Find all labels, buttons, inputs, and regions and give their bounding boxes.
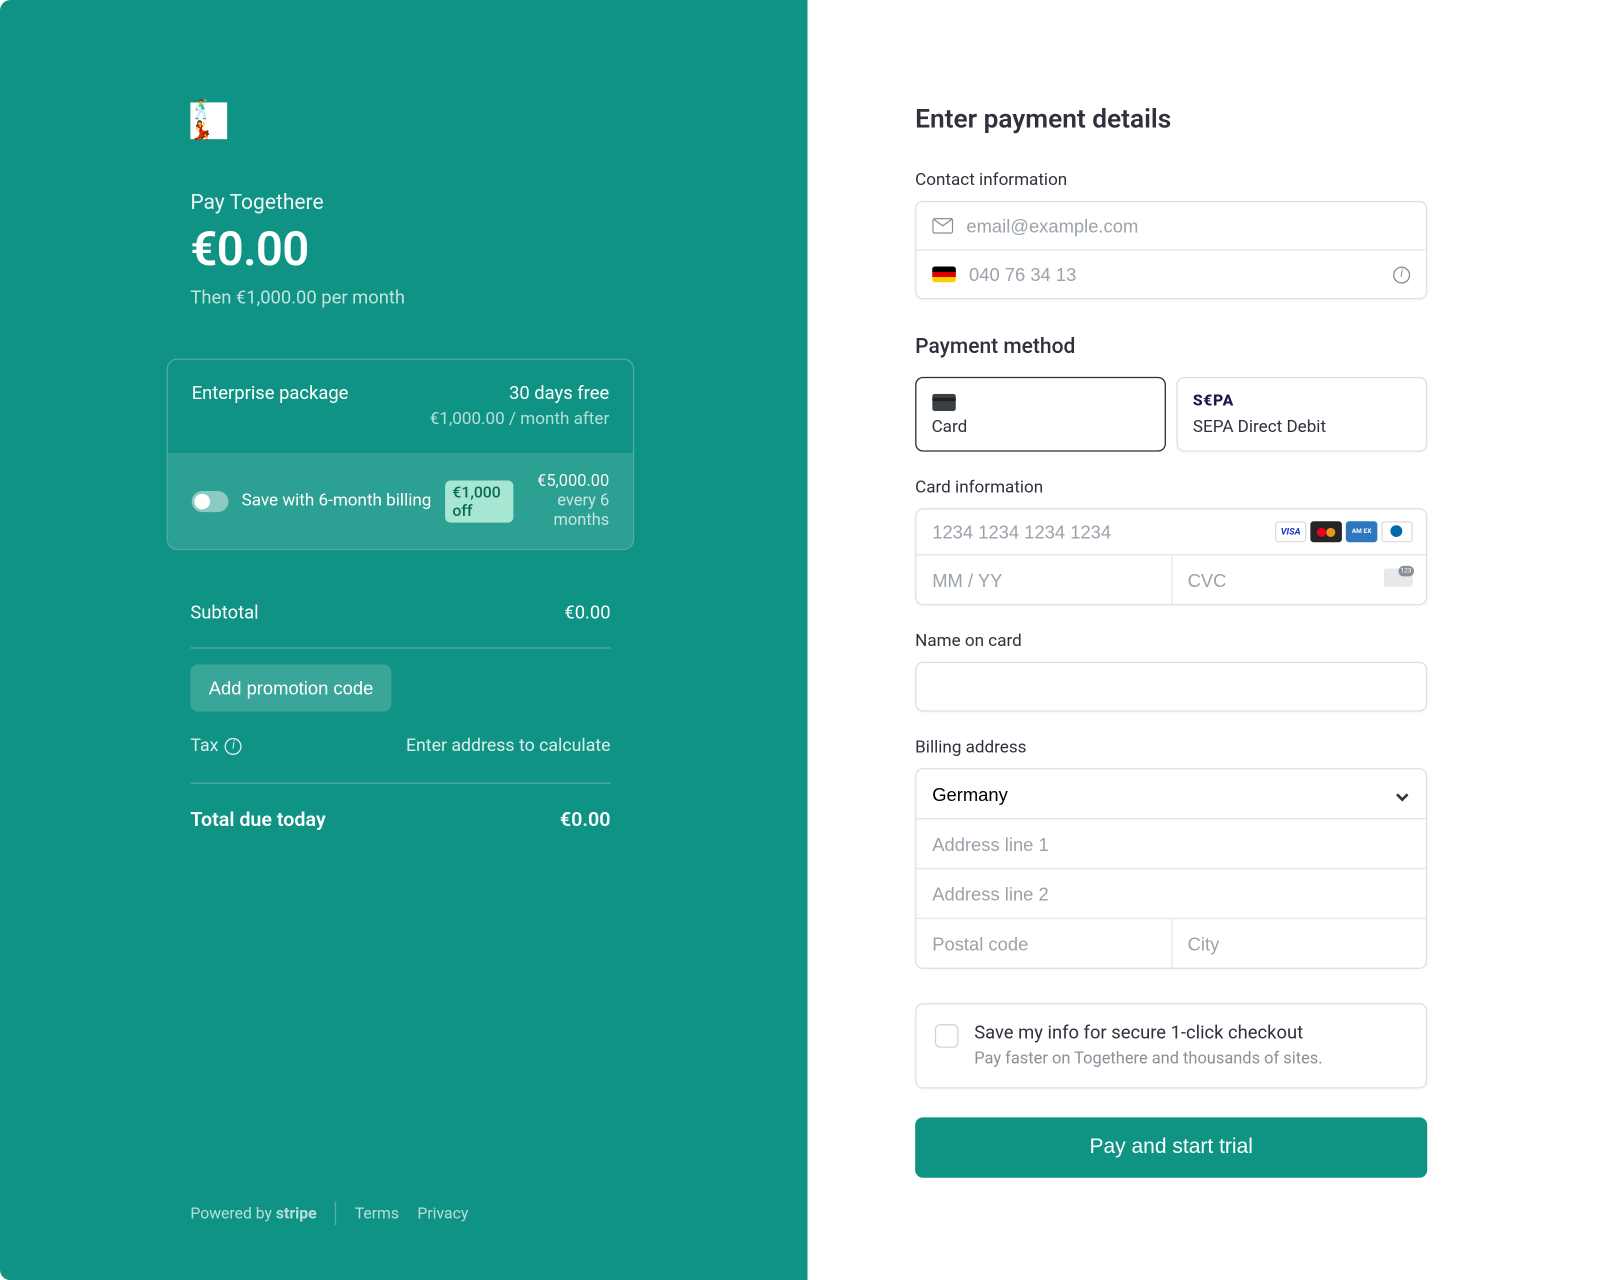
amex-icon: AM EX (1346, 521, 1378, 542)
country-flag-icon[interactable] (932, 267, 956, 283)
billing-address-label: Billing address (915, 738, 1427, 758)
phone-info-icon[interactable]: i (1393, 266, 1410, 283)
postal-code-input[interactable] (932, 934, 1155, 955)
tax-hint: Enter address to calculate (406, 735, 611, 756)
city-input[interactable] (1188, 934, 1411, 955)
subtotal-label: Subtotal (190, 603, 258, 624)
contact-label: Contact information (915, 171, 1427, 191)
logo-glyph: 🕺💃 (190, 100, 227, 142)
plan-card: Enterprise package 30 days free €1,000.0… (167, 358, 634, 550)
sepa-logo-icon: S€PA (1193, 391, 1410, 409)
payment-method-sepa[interactable]: S€PA SEPA Direct Debit (1176, 377, 1427, 452)
email-input[interactable] (966, 215, 1410, 236)
alt-cycle-period: every 6 months (527, 491, 609, 530)
add-promo-button[interactable]: Add promotion code (190, 664, 391, 711)
address-line2-input[interactable] (932, 884, 1410, 905)
card-number-input[interactable] (932, 521, 1275, 542)
save-info-card[interactable]: Save my info for secure 1-click checkout… (915, 1003, 1427, 1088)
tax-info-icon[interactable]: i (225, 737, 242, 754)
order-summary-panel: 🕺💃 Pay Togethere €0.00 Then €1,000.00 pe… (0, 0, 807, 1280)
plan-trial: 30 days free (509, 383, 609, 404)
plan-name: Enterprise package (192, 383, 349, 404)
mastercard-icon (1310, 521, 1342, 542)
card-brand-icons: VISA AM EX (1275, 521, 1413, 542)
card-expiry-input[interactable] (932, 570, 1155, 591)
tax-label: Tax (190, 735, 218, 756)
alt-cycle-price: €5,000.00 (527, 471, 609, 491)
payment-method-label: Payment method (915, 334, 1427, 359)
save-info-subtitle: Pay faster on Togethere and thousands of… (974, 1049, 1322, 1069)
diners-icon (1381, 521, 1413, 542)
address-line1-input[interactable] (932, 834, 1410, 855)
total-label: Total due today (190, 807, 325, 831)
save-info-checkbox[interactable] (935, 1024, 959, 1048)
terms-link[interactable]: Terms (355, 1204, 399, 1222)
payment-method-card[interactable]: Card (915, 377, 1165, 452)
page-title: Enter payment details (915, 102, 1427, 134)
card-cvc-input[interactable] (1188, 570, 1411, 591)
email-icon (932, 218, 953, 234)
plan-after-price: €1,000.00 / month after (192, 410, 610, 430)
pay-button[interactable]: Pay and start trial (915, 1117, 1427, 1177)
visa-icon: VISA (1275, 521, 1307, 542)
powered-by-label: Powered by stripe (190, 1204, 316, 1222)
cvc-hint-icon (1384, 569, 1413, 587)
amount-due: €0.00 (190, 222, 610, 277)
pay-merchant-label: Pay Togethere (190, 189, 610, 214)
cardholder-name-input[interactable] (915, 662, 1427, 712)
footer: Powered by stripe Terms Privacy (190, 1201, 468, 1225)
card-icon (932, 393, 956, 410)
merchant-logo: 🕺💃 (190, 102, 227, 139)
discount-badge: €1,000 off (445, 480, 514, 522)
payment-form-panel: Enter payment details Contact informatio… (807, 0, 1607, 1280)
subtotal-value: €0.00 (564, 603, 610, 624)
billing-toggle[interactable] (192, 490, 229, 511)
phone-input[interactable] (969, 264, 1380, 285)
country-select[interactable]: Germany (932, 784, 1410, 805)
name-on-card-label: Name on card (915, 632, 1427, 652)
privacy-link[interactable]: Privacy (417, 1204, 468, 1222)
total-value: €0.00 (560, 807, 611, 831)
chevron-down-icon (1394, 785, 1410, 801)
stripe-logo: stripe (276, 1204, 317, 1222)
recurring-note: Then €1,000.00 per month (190, 288, 610, 309)
card-info-label: Card information (915, 478, 1427, 498)
save-info-title: Save my info for secure 1-click checkout (974, 1023, 1322, 1044)
billing-cycle-upsell[interactable]: Save with 6-month billing €1,000 off €5,… (168, 453, 633, 549)
contact-fields: i (915, 201, 1427, 299)
billing-toggle-label: Save with 6-month billing (242, 491, 432, 511)
